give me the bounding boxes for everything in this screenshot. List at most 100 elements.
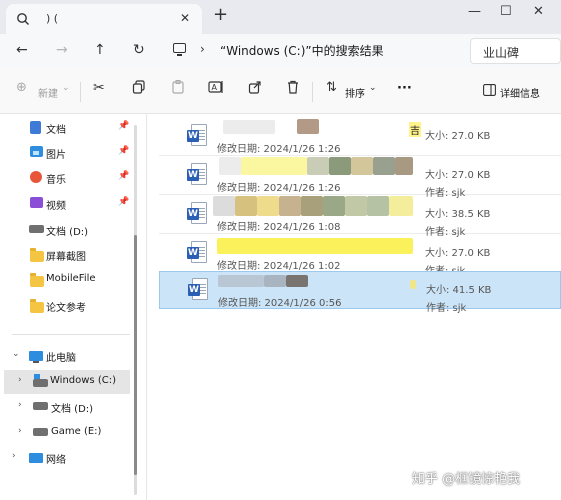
file-size: 大小: 27.0 KB (425, 131, 491, 142)
windows-drive-icon (33, 374, 48, 387)
result-row[interactable]: W 修改日期: 2024/1/26 1:26 吉 大小: 27.0 KB (159, 118, 561, 156)
more-options-button[interactable]: ··· (397, 81, 412, 96)
sidebar-item-this-pc[interactable]: ⌄ 此电脑 (0, 344, 132, 368)
sidebar-item-label: 图片 (46, 150, 66, 161)
result-row[interactable]: W 修改日期: 2024/1/26 1:02 大小: 27.0 KB 作者: s… (159, 235, 561, 277)
sidebar-item-label: 音乐 (46, 175, 66, 186)
file-modified-date: 修改日期: 2024/1/26 0:56 (218, 298, 342, 309)
file-size: 大小: 27.0 KB (425, 170, 491, 181)
sidebar-item-drive-d2[interactable]: › 文档 (D:) (0, 395, 132, 419)
sidebar-item-music[interactable]: 音乐 📌 (0, 166, 132, 190)
details-pane-icon (483, 84, 496, 99)
back-button[interactable]: ← (16, 42, 28, 58)
command-bar: ⊕ 新建 ⌄ ✂ A ⇅ 排序 ⌄ ··· 详细信息 (0, 68, 561, 114)
new-tab-button[interactable]: + (213, 6, 228, 24)
folder-icon (30, 248, 44, 262)
file-author: 作者: sjk (426, 303, 467, 314)
maximize-button[interactable]: ☐ (500, 4, 512, 19)
search-icon (16, 12, 30, 29)
up-button[interactable]: ↑ (94, 42, 106, 58)
file-modified-date: 修改日期: 2024/1/26 1:26 (217, 183, 341, 194)
tab-bar: ) ( ✕ + — ☐ ✕ (0, 0, 561, 34)
redacted-filename (264, 275, 286, 287)
folder-icon (30, 273, 44, 287)
sidebar-item-label: 文档 (46, 125, 66, 136)
redacted-mark (410, 280, 416, 289)
sidebar-item-videos[interactable]: 视频 📌 (0, 192, 132, 216)
close-window-button[interactable]: ✕ (533, 4, 544, 19)
this-pc-icon (173, 43, 186, 56)
cut-icon[interactable]: ✂ (93, 80, 105, 96)
sidebar-item-drive-c[interactable]: › Windows (C:) (4, 370, 130, 394)
redacted-filename (307, 157, 329, 175)
network-icon (29, 453, 43, 463)
toolbar-divider (312, 82, 313, 102)
minimize-button[interactable]: — (468, 4, 481, 19)
file-size: 大小: 27.0 KB (425, 248, 491, 259)
result-row-selected[interactable]: W 修改日期: 2024/1/26 0:56 大小: 41.5 KB 作者: s… (159, 271, 561, 314)
chevron-down-icon[interactable]: ⌄ (12, 349, 20, 359)
chevron-down-icon: ⌄ (369, 83, 377, 93)
sidebar-item-references[interactable]: 论文参考 (0, 294, 132, 318)
pin-icon: 📌 (118, 146, 130, 156)
drive-icon (33, 400, 48, 410)
sidebar-item-label: 文档 (D:) (51, 404, 94, 415)
sidebar-item-pictures[interactable]: 图片 📌 (0, 141, 132, 165)
rename-icon[interactable]: A (208, 80, 224, 97)
word-document-icon: W (187, 163, 207, 187)
toolbar-divider (80, 82, 81, 102)
chevron-right-icon[interactable]: › (18, 375, 22, 385)
nav-scrollbar[interactable] (134, 125, 137, 495)
drive-icon (33, 426, 48, 436)
sidebar-item-network[interactable]: › 网络 (0, 446, 132, 470)
redacted-filename (241, 157, 307, 175)
details-button[interactable]: 详细信息 (500, 85, 540, 100)
file-size: 大小: 38.5 KB (425, 209, 491, 220)
sidebar-item-label: MobileFile (46, 273, 96, 284)
sidebar-item-label: 屏幕截图 (46, 252, 86, 263)
redacted-filename (329, 157, 351, 175)
result-row[interactable]: W 修改日期: 2024/1/26 1:26 大小: 27.0 KB 作者: s… (159, 157, 561, 199)
breadcrumb-chevron-icon[interactable]: › (200, 42, 205, 56)
forward-button[interactable]: → (56, 42, 68, 58)
word-document-icon: W (188, 278, 208, 302)
address-bar-row: ← → ↑ ↻ › “Windows (C:)”中的搜索结果 业山碑 (0, 34, 561, 68)
svg-text:A: A (212, 83, 218, 92)
file-modified-date: 修改日期: 2024/1/26 1:26 (217, 144, 341, 155)
sidebar-item-mobilefile[interactable]: MobileFile (0, 268, 132, 292)
sidebar-item-screenshots[interactable]: 屏幕截图 (0, 243, 132, 267)
search-input[interactable]: 业山碑 (470, 38, 561, 64)
delete-icon[interactable] (286, 80, 300, 97)
tab-title: ) ( (46, 12, 59, 25)
breadcrumb[interactable]: “Windows (C:)”中的搜索结果 (220, 42, 384, 59)
sidebar-item-label: 网络 (46, 455, 66, 466)
sidebar-item-drive-e[interactable]: › Game (E:) (0, 421, 132, 445)
sidebar-item-documents[interactable]: 文档 📌 (0, 116, 132, 140)
redacted-filename (395, 157, 413, 175)
new-button[interactable]: 新建 (38, 85, 58, 100)
sort-button[interactable]: 排序 (345, 85, 365, 100)
result-row[interactable]: W 修改日期: 2024/1/26 1:08 大小: 38.5 KB 作者: s… (159, 196, 561, 238)
chevron-right-icon[interactable]: › (12, 451, 16, 461)
pin-icon: 📌 (118, 121, 130, 131)
share-icon[interactable] (248, 80, 262, 97)
refresh-button[interactable]: ↻ (133, 42, 145, 58)
file-modified-date: 修改日期: 2024/1/26 1:08 (217, 222, 341, 233)
word-document-icon: W (187, 124, 207, 148)
search-results-list: W 修改日期: 2024/1/26 1:26 吉 大小: 27.0 KB W 修… (147, 114, 561, 500)
redacted-filename (286, 275, 308, 287)
redacted-filename (219, 157, 241, 175)
chevron-right-icon[interactable]: › (18, 400, 22, 410)
chevron-right-icon[interactable]: › (18, 426, 22, 436)
redacted-filename (389, 196, 413, 216)
navigation-pane: 文档 📌 图片 📌 音乐 📌 视频 📌 文档 (D:) 屏幕截图 MobileF… (0, 114, 140, 500)
copy-icon[interactable] (132, 80, 146, 97)
tab-search-results[interactable]: ) ( ✕ (6, 4, 202, 34)
tab-close-icon[interactable]: ✕ (180, 11, 190, 25)
paste-icon[interactable] (171, 80, 185, 97)
chevron-down-icon: ⌄ (62, 83, 70, 93)
nav-divider (12, 334, 130, 335)
new-icon: ⊕ (16, 80, 27, 95)
sidebar-item-drive-d[interactable]: 文档 (D:) (0, 218, 132, 242)
word-document-icon: W (187, 202, 207, 226)
